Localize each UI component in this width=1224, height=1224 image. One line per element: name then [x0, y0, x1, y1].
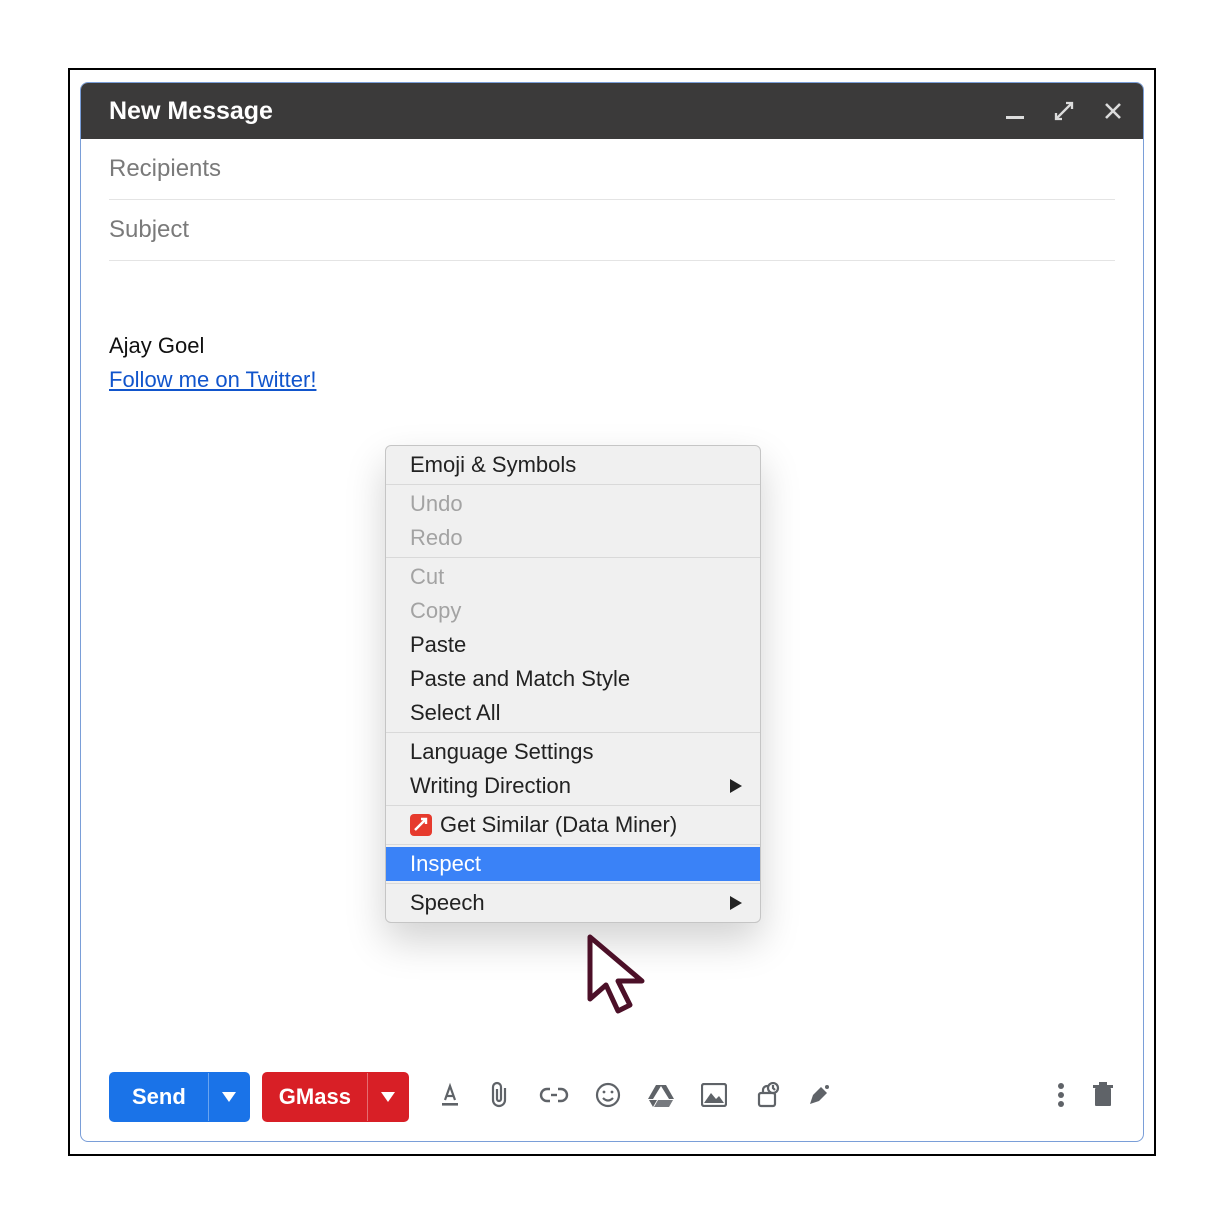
- ctx-undo[interactable]: Undo: [386, 487, 760, 521]
- gmass-button[interactable]: GMass: [262, 1072, 409, 1122]
- drive-icon[interactable]: [647, 1083, 675, 1112]
- emoji-icon[interactable]: [595, 1082, 621, 1113]
- compose-toolbar: Send GMass: [81, 1067, 1143, 1127]
- expand-icon[interactable]: [1053, 100, 1075, 122]
- ctx-paste[interactable]: Paste: [386, 628, 760, 662]
- ctx-redo[interactable]: Redo: [386, 521, 760, 555]
- frame: New Message Recipi: [68, 68, 1156, 1156]
- signature-name: Ajay Goel: [109, 329, 1115, 363]
- window-title: New Message: [109, 97, 273, 126]
- ctx-inspect[interactable]: Inspect: [386, 847, 760, 881]
- minimize-icon[interactable]: [1005, 101, 1025, 121]
- more-options-icon[interactable]: [1057, 1082, 1065, 1113]
- context-menu: Emoji & Symbols Undo Redo Cut Copy Paste…: [385, 445, 761, 923]
- send-button-label: Send: [110, 1084, 208, 1110]
- close-icon[interactable]: [1103, 101, 1123, 121]
- send-dropdown-icon[interactable]: [208, 1073, 249, 1121]
- cursor-icon: [584, 933, 654, 1023]
- data-miner-icon: [410, 814, 432, 836]
- trash-icon[interactable]: [1091, 1082, 1115, 1113]
- pen-icon[interactable]: [807, 1083, 831, 1112]
- recipients-field[interactable]: Recipients: [109, 139, 1115, 200]
- subject-field[interactable]: Subject: [109, 200, 1115, 261]
- send-button[interactable]: Send: [109, 1072, 250, 1122]
- link-icon[interactable]: [539, 1086, 569, 1109]
- recipients-placeholder: Recipients: [109, 155, 221, 183]
- ctx-get-similar[interactable]: Get Similar (Data Miner): [386, 808, 760, 842]
- ctx-speech[interactable]: Speech: [386, 886, 760, 920]
- window-controls: [1005, 100, 1123, 122]
- signature-twitter-link[interactable]: Follow me on Twitter!: [109, 367, 316, 392]
- ctx-writing-direction[interactable]: Writing Direction: [386, 769, 760, 803]
- gmass-button-label: GMass: [263, 1084, 367, 1110]
- attachment-icon[interactable]: [489, 1081, 513, 1114]
- ctx-cut[interactable]: Cut: [386, 560, 760, 594]
- image-icon[interactable]: [701, 1083, 727, 1112]
- submenu-arrow-icon: [730, 773, 742, 799]
- ctx-emoji-symbols[interactable]: Emoji & Symbols: [386, 448, 760, 482]
- ctx-select-all[interactable]: Select All: [386, 696, 760, 730]
- compose-body[interactable]: Ajay Goel Follow me on Twitter!: [81, 261, 1143, 397]
- confidential-icon[interactable]: [753, 1082, 781, 1113]
- compose-window: New Message Recipi: [80, 82, 1144, 1142]
- compose-fields: Recipients Subject: [81, 139, 1143, 261]
- ctx-language-settings[interactable]: Language Settings: [386, 735, 760, 769]
- toolbar-right: [1057, 1082, 1115, 1113]
- submenu-arrow-icon: [730, 890, 742, 916]
- text-format-icon[interactable]: [437, 1082, 463, 1113]
- ctx-copy[interactable]: Copy: [386, 594, 760, 628]
- ctx-paste-match-style[interactable]: Paste and Match Style: [386, 662, 760, 696]
- titlebar: New Message: [81, 83, 1143, 139]
- gmass-dropdown-icon[interactable]: [367, 1073, 408, 1121]
- format-icons: [437, 1081, 831, 1114]
- subject-placeholder: Subject: [109, 216, 189, 244]
